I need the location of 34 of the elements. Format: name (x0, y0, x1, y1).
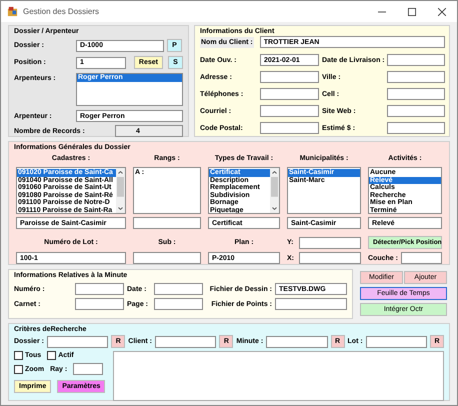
search-field[interactable] (366, 336, 428, 348)
layer-field[interactable] (400, 252, 442, 264)
text-field[interactable] (387, 122, 445, 134)
maximize-icon (408, 8, 416, 16)
close-icon (438, 8, 446, 16)
search-field[interactable] (46, 336, 108, 348)
app-icon (7, 6, 18, 17)
text-field[interactable] (154, 283, 203, 295)
window-title: Gestion des Dossiers (23, 7, 100, 16)
checkbox-box[interactable] (47, 351, 56, 360)
text-field[interactable] (260, 105, 319, 117)
scrollbar[interactable] (270, 168, 279, 213)
text-field[interactable] (387, 105, 445, 117)
text-field[interactable] (75, 283, 124, 295)
x-field[interactable] (299, 252, 361, 264)
radius-field[interactable] (73, 363, 104, 375)
results-list[interactable] (113, 351, 444, 401)
text-field[interactable] (275, 298, 347, 310)
text-field[interactable] (154, 298, 203, 310)
text-field[interactable] (387, 88, 445, 100)
selection-field[interactable] (133, 217, 201, 229)
text-field[interactable] (387, 71, 445, 83)
checkbox-box[interactable] (14, 351, 23, 360)
text-field[interactable] (260, 88, 319, 100)
checkbox-box[interactable] (14, 364, 23, 374)
text-field[interactable] (260, 122, 319, 134)
y-field[interactable] (299, 236, 361, 248)
text-field[interactable] (133, 252, 201, 264)
search-field[interactable] (266, 336, 328, 348)
search-field[interactable] (155, 336, 216, 348)
text-field[interactable] (260, 71, 319, 83)
scrollbar[interactable] (116, 168, 125, 213)
text-field[interactable] (387, 54, 445, 66)
text-field[interactable] (75, 298, 124, 310)
